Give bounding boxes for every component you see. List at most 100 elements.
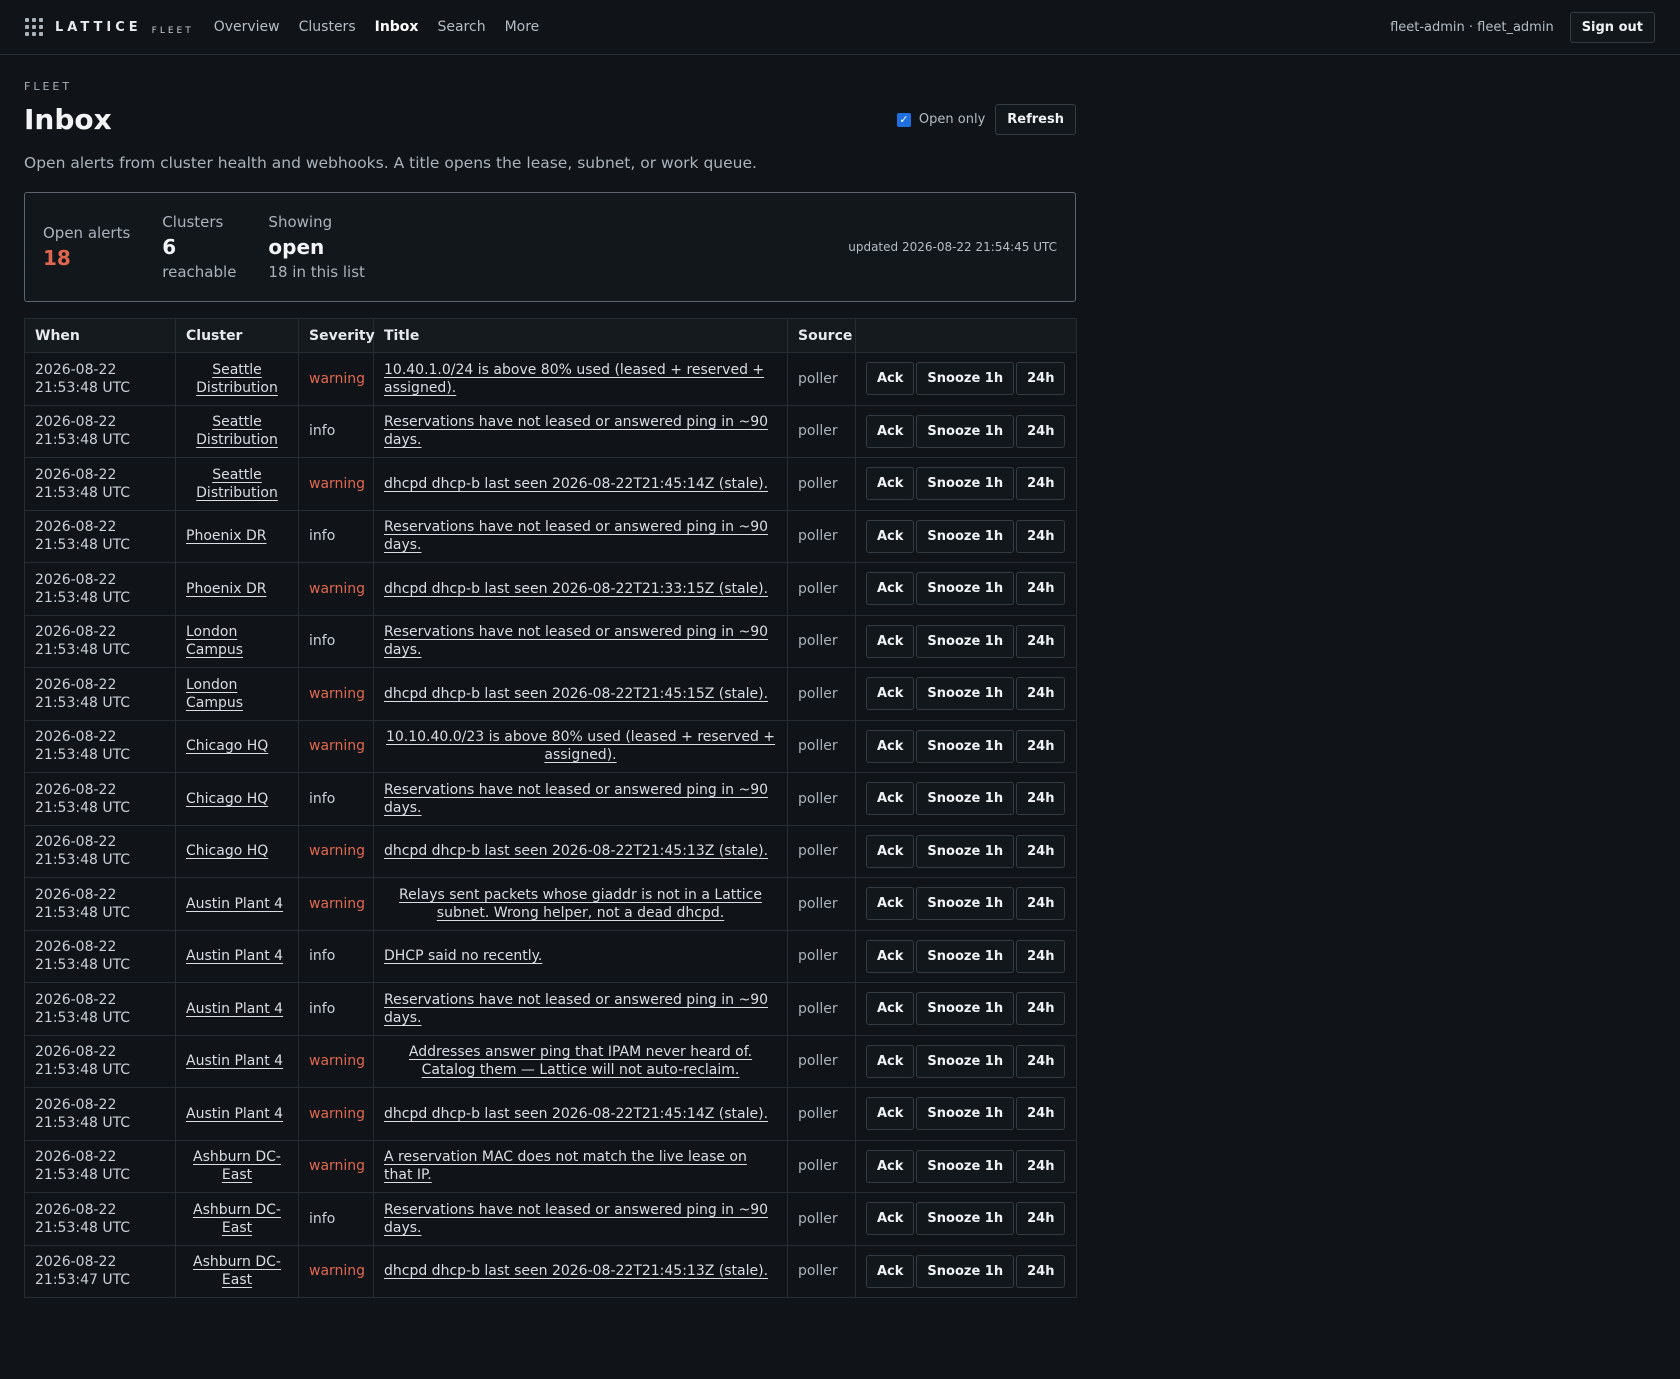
open-only-checkbox[interactable]: ✓ [896, 112, 911, 127]
cluster-link[interactable]: Austin Plant 4 [186, 896, 283, 912]
snooze-24h-button[interactable]: 24h [1016, 677, 1066, 711]
brand-logo[interactable]: LATTICE FLEET [25, 18, 194, 36]
cluster-link[interactable]: Austin Plant 4 [186, 1053, 283, 1069]
ack-button[interactable]: Ack [866, 1254, 915, 1288]
cluster-link[interactable]: Chicago HQ [186, 843, 268, 859]
alert-title-link[interactable]: dhcpd dhcp-b last seen 2026-08-22T21:45:… [384, 843, 768, 859]
snooze-1h-button[interactable]: Snooze 1h [916, 782, 1015, 816]
cluster-link[interactable]: Chicago HQ [186, 738, 268, 754]
cluster-link[interactable]: Chicago HQ [186, 791, 268, 807]
sign-out-button[interactable]: Sign out [1569, 11, 1655, 43]
snooze-1h-button[interactable]: Snooze 1h [916, 362, 1015, 396]
ack-button[interactable]: Ack [866, 992, 915, 1026]
cluster-link[interactable]: Seattle Distribution [196, 414, 278, 448]
alert-title-link[interactable]: A reservation MAC does not match the liv… [384, 1149, 747, 1183]
ack-button[interactable]: Ack [866, 939, 915, 973]
snooze-1h-button[interactable]: Snooze 1h [916, 467, 1015, 501]
alert-title-link[interactable]: dhcpd dhcp-b last seen 2026-08-22T21:45:… [384, 476, 768, 492]
snooze-1h-button[interactable]: Snooze 1h [916, 992, 1015, 1026]
ack-button[interactable]: Ack [866, 1097, 915, 1131]
snooze-24h-button[interactable]: 24h [1016, 414, 1066, 448]
snooze-24h-button[interactable]: 24h [1016, 1202, 1066, 1236]
cluster-link[interactable]: Ashburn DC-East [193, 1149, 281, 1183]
ack-button[interactable]: Ack [866, 1149, 915, 1183]
cluster-link[interactable]: London Campus [186, 677, 243, 711]
ack-button[interactable]: Ack [866, 519, 915, 553]
cluster-link[interactable]: London Campus [186, 624, 243, 658]
alert-title-link[interactable]: Reservations have not leased or answered… [384, 782, 768, 816]
ack-button[interactable]: Ack [866, 887, 915, 921]
snooze-1h-button[interactable]: Snooze 1h [916, 624, 1015, 658]
alert-title-link[interactable]: 10.10.40.0/23 is above 80% used (leased … [386, 729, 775, 763]
ack-button[interactable]: Ack [866, 1202, 915, 1236]
alert-title-link[interactable]: Relays sent packets whose giaddr is not … [399, 887, 762, 921]
snooze-1h-button[interactable]: Snooze 1h [916, 1097, 1015, 1131]
snooze-24h-button[interactable]: 24h [1016, 362, 1066, 396]
snooze-1h-button[interactable]: Snooze 1h [916, 677, 1015, 711]
cluster-link[interactable]: Austin Plant 4 [186, 1001, 283, 1017]
ack-button[interactable]: Ack [866, 1044, 915, 1078]
snooze-1h-button[interactable]: Snooze 1h [916, 729, 1015, 763]
snooze-24h-button[interactable]: 24h [1016, 1044, 1066, 1078]
alert-title-link[interactable]: 10.40.1.0/24 is above 80% used (leased +… [384, 362, 764, 396]
snooze-1h-button[interactable]: Snooze 1h [916, 519, 1015, 553]
snooze-1h-button[interactable]: Snooze 1h [916, 1202, 1015, 1236]
cluster-link[interactable]: Ashburn DC-East [193, 1202, 281, 1236]
snooze-24h-button[interactable]: 24h [1016, 519, 1066, 553]
nav-item-search[interactable]: Search [437, 19, 485, 35]
cluster-link[interactable]: Austin Plant 4 [186, 1106, 283, 1122]
cluster-link[interactable]: Seattle Distribution [196, 362, 278, 396]
snooze-1h-button[interactable]: Snooze 1h [916, 834, 1015, 868]
alert-title-link[interactable]: DHCP said no recently. [384, 948, 542, 964]
cluster-link[interactable]: Seattle Distribution [196, 467, 278, 501]
alert-title-link[interactable]: dhcpd dhcp-b last seen 2026-08-22T21:45:… [384, 686, 768, 702]
snooze-1h-button[interactable]: Snooze 1h [916, 1254, 1015, 1288]
snooze-24h-button[interactable]: 24h [1016, 1254, 1066, 1288]
alert-title-link[interactable]: Reservations have not leased or answered… [384, 414, 768, 448]
ack-button[interactable]: Ack [866, 467, 915, 501]
ack-button[interactable]: Ack [866, 414, 915, 448]
snooze-24h-button[interactable]: 24h [1016, 834, 1066, 868]
ack-button[interactable]: Ack [866, 572, 915, 606]
snooze-1h-button[interactable]: Snooze 1h [916, 414, 1015, 448]
alert-title-link[interactable]: Reservations have not leased or answered… [384, 519, 768, 553]
snooze-24h-button[interactable]: 24h [1016, 992, 1066, 1026]
cluster-link[interactable]: Phoenix DR [186, 528, 267, 544]
snooze-24h-button[interactable]: 24h [1016, 467, 1066, 501]
snooze-1h-button[interactable]: Snooze 1h [916, 1149, 1015, 1183]
cluster-link[interactable]: Ashburn DC-East [193, 1254, 281, 1288]
snooze-24h-button[interactable]: 24h [1016, 624, 1066, 658]
snooze-1h-button[interactable]: Snooze 1h [916, 1044, 1015, 1078]
snooze-1h-button[interactable]: Snooze 1h [916, 572, 1015, 606]
alert-title-link[interactable]: Reservations have not leased or answered… [384, 624, 768, 658]
snooze-24h-button[interactable]: 24h [1016, 1097, 1066, 1131]
ack-button[interactable]: Ack [866, 362, 915, 396]
nav-item-clusters[interactable]: Clusters [299, 19, 356, 35]
nav-item-overview[interactable]: Overview [214, 19, 280, 35]
ack-button[interactable]: Ack [866, 624, 915, 658]
snooze-24h-button[interactable]: 24h [1016, 572, 1066, 606]
alert-title-link[interactable]: dhcpd dhcp-b last seen 2026-08-22T21:33:… [384, 581, 768, 597]
snooze-24h-button[interactable]: 24h [1016, 939, 1066, 973]
ack-button[interactable]: Ack [866, 677, 915, 711]
alert-title-link[interactable]: Addresses answer ping that IPAM never he… [409, 1044, 752, 1078]
snooze-1h-button[interactable]: Snooze 1h [916, 939, 1015, 973]
snooze-1h-button[interactable]: Snooze 1h [916, 887, 1015, 921]
alert-title-link[interactable]: dhcpd dhcp-b last seen 2026-08-22T21:45:… [384, 1263, 768, 1279]
alert-title-link[interactable]: Reservations have not leased or answered… [384, 992, 768, 1026]
open-only-label[interactable]: Open only [919, 112, 985, 127]
nav-item-inbox[interactable]: Inbox [375, 19, 419, 35]
nav-item-more[interactable]: More [505, 19, 540, 35]
ack-button[interactable]: Ack [866, 834, 915, 868]
refresh-button[interactable]: Refresh [995, 104, 1076, 135]
ack-button[interactable]: Ack [866, 729, 915, 763]
alert-title-link[interactable]: dhcpd dhcp-b last seen 2026-08-22T21:45:… [384, 1106, 768, 1122]
alert-title-link[interactable]: Reservations have not leased or answered… [384, 1202, 768, 1236]
cluster-link[interactable]: Austin Plant 4 [186, 948, 283, 964]
snooze-24h-button[interactable]: 24h [1016, 887, 1066, 921]
snooze-24h-button[interactable]: 24h [1016, 782, 1066, 816]
cluster-link[interactable]: Phoenix DR [186, 581, 267, 597]
snooze-24h-button[interactable]: 24h [1016, 729, 1066, 763]
snooze-24h-button[interactable]: 24h [1016, 1149, 1066, 1183]
ack-button[interactable]: Ack [866, 782, 915, 816]
